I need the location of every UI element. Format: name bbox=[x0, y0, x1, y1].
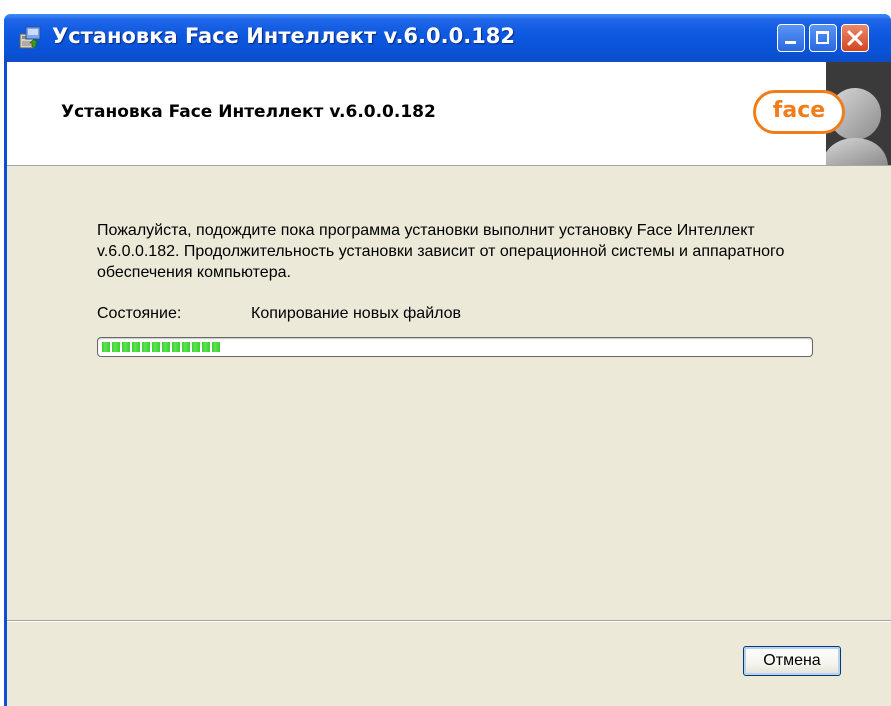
installation-description: Пожалуйста, подождите пока программа уст… bbox=[97, 222, 785, 281]
minimize-icon bbox=[785, 41, 796, 44]
progress-fill bbox=[102, 342, 222, 352]
face-logo: face bbox=[753, 90, 845, 134]
installer-window: Установка Face Интеллект v.6.0.0.182 Уст… bbox=[4, 14, 891, 706]
minimize-button[interactable] bbox=[777, 24, 805, 52]
cancel-button[interactable]: Отмена bbox=[743, 646, 841, 676]
window-title: Установка Face Интеллект v.6.0.0.182 bbox=[52, 24, 516, 48]
header-banner: Установка Face Интеллект v.6.0.0.182 fac… bbox=[7, 62, 891, 166]
background-strip bbox=[0, 0, 891, 14]
dialog-client-area: Установка Face Интеллект v.6.0.0.182 fac… bbox=[7, 62, 891, 706]
close-icon bbox=[847, 30, 863, 46]
status-value: Копирование новых файлов bbox=[251, 305, 462, 322]
footer-divider bbox=[7, 620, 891, 622]
maximize-button[interactable] bbox=[809, 24, 837, 52]
banner-title: Установка Face Интеллект v.6.0.0.182 bbox=[61, 102, 436, 122]
installer-icon bbox=[19, 26, 41, 49]
maximize-icon bbox=[816, 31, 829, 44]
close-button[interactable] bbox=[841, 24, 869, 52]
status-label: Состояние: bbox=[97, 305, 182, 322]
title-bar[interactable]: Установка Face Интеллект v.6.0.0.182 bbox=[4, 14, 891, 62]
installation-progress-bar bbox=[97, 337, 813, 357]
